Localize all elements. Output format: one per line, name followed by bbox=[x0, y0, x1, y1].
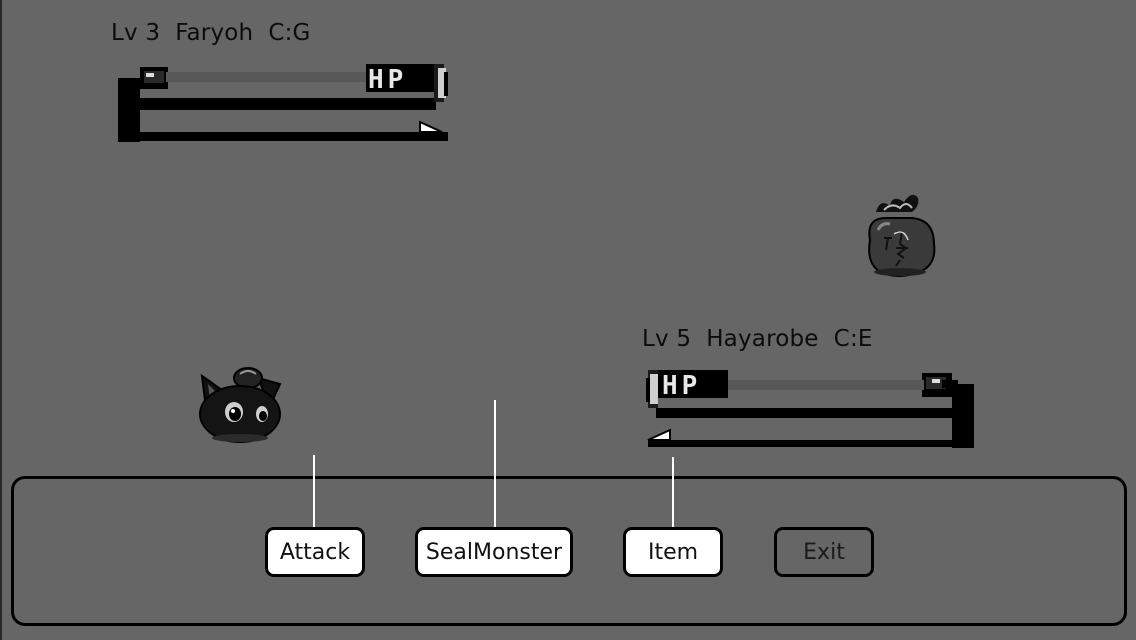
money-bag-monster-sprite bbox=[868, 194, 936, 278]
attack-button[interactable]: Attack bbox=[265, 527, 365, 577]
attack-pointer-line bbox=[313, 455, 315, 527]
screen-left-edge bbox=[0, 0, 2, 640]
player-hp-tag: HP bbox=[662, 371, 701, 401]
exit-button[interactable]: Exit bbox=[774, 527, 874, 577]
enemy-status-label: Lv 3 Faryoh C:G bbox=[111, 20, 311, 46]
enemy-hp-frame: HP bbox=[118, 64, 448, 142]
black-cat-monster-sprite bbox=[199, 367, 282, 443]
seal-monster-button[interactable]: SealMonster bbox=[415, 527, 573, 577]
seal-pointer-line bbox=[494, 400, 496, 527]
player-hp-frame: HP bbox=[646, 370, 974, 448]
item-pointer-line bbox=[672, 457, 674, 527]
enemy-hp-fill bbox=[166, 72, 366, 82]
item-button[interactable]: Item bbox=[623, 527, 723, 577]
player-hp-fill bbox=[728, 380, 924, 390]
enemy-hp-tag: HP bbox=[368, 65, 407, 95]
player-status-label: Lv 5 Hayarobe C:E bbox=[642, 326, 873, 352]
